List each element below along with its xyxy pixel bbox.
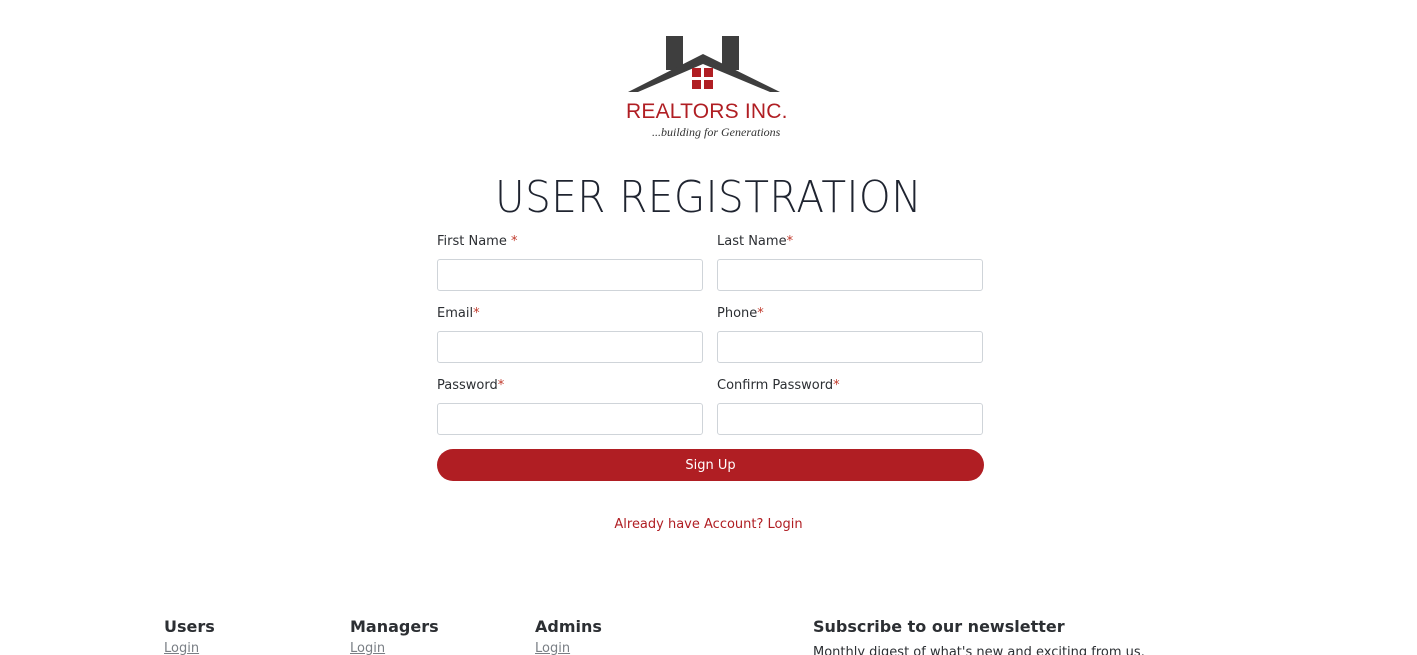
- first-name-label: First Name *: [437, 232, 703, 252]
- footer-admins: Admins Login: [535, 617, 602, 655]
- sign-up-button[interactable]: Sign Up: [437, 449, 984, 481]
- email-label-text: Email: [437, 306, 474, 321]
- first-name-label-text: First Name: [437, 234, 511, 249]
- email-label: Email*: [437, 304, 703, 324]
- form-row-contact: Email* Phone*: [437, 304, 984, 376]
- phone-label-text: Phone: [717, 306, 758, 321]
- required-marker: *: [757, 306, 764, 321]
- last-name-label-text: Last Name: [717, 234, 787, 249]
- last-name-input[interactable]: [717, 259, 983, 291]
- login-link[interactable]: Already have Account? Login: [0, 517, 1417, 532]
- phone-label: Phone*: [717, 304, 983, 324]
- last-name-label: Last Name*: [717, 232, 983, 252]
- page-title: USER REGISTRATION: [495, 172, 922, 223]
- footer-admins-heading: Admins: [535, 617, 602, 636]
- password-label: Password*: [437, 376, 703, 396]
- phone-field-group: Phone*: [717, 304, 983, 376]
- required-marker: *: [497, 378, 505, 393]
- confirm-password-label-text: Confirm Password: [717, 378, 834, 393]
- password-input[interactable]: [437, 403, 703, 435]
- brand-logo: REALTORS INC. ...building for Generation…: [618, 34, 798, 144]
- footer-managers: Managers Login: [350, 617, 439, 655]
- footer-newsletter: Subscribe to our newsletter Monthly dige…: [813, 617, 1145, 655]
- confirm-password-input[interactable]: [717, 403, 983, 435]
- registration-form: First Name * Last Name* Email* Phone* Pa…: [437, 232, 984, 481]
- email-input[interactable]: [437, 331, 703, 363]
- email-field-group: Email*: [437, 304, 703, 376]
- required-marker: *: [510, 234, 518, 249]
- required-marker: *: [473, 306, 480, 321]
- footer-managers-heading: Managers: [350, 617, 439, 636]
- footer-managers-login-link[interactable]: Login: [350, 641, 385, 655]
- footer-users-login-link[interactable]: Login: [164, 641, 199, 655]
- form-row-password: Password* Confirm Password*: [437, 376, 984, 448]
- confirm-password-label: Confirm Password*: [717, 376, 983, 396]
- house-icon: [628, 36, 780, 92]
- first-name-input[interactable]: [437, 259, 703, 291]
- footer-users: Users Login: [164, 617, 215, 655]
- brand-tagline: ...building for Generations: [652, 125, 781, 139]
- footer-users-heading: Users: [164, 617, 215, 636]
- registration-page: REALTORS INC. ...building for Generation…: [0, 0, 1417, 655]
- required-marker: *: [786, 234, 794, 249]
- newsletter-heading: Subscribe to our newsletter: [813, 617, 1065, 636]
- password-label-text: Password: [437, 378, 498, 393]
- last-name-field-group: Last Name*: [717, 232, 983, 304]
- brand-name: REALTORS INC.: [626, 100, 788, 123]
- first-name-field-group: First Name *: [437, 232, 703, 304]
- required-marker: *: [833, 378, 840, 393]
- form-row-name: First Name * Last Name*: [437, 232, 984, 304]
- password-field-group: Password*: [437, 376, 703, 448]
- newsletter-text: Monthly digest of what's new and excitin…: [813, 645, 1145, 655]
- phone-input[interactable]: [717, 331, 983, 363]
- confirm-password-field-group: Confirm Password*: [717, 376, 983, 448]
- footer-admins-login-link[interactable]: Login: [535, 641, 570, 655]
